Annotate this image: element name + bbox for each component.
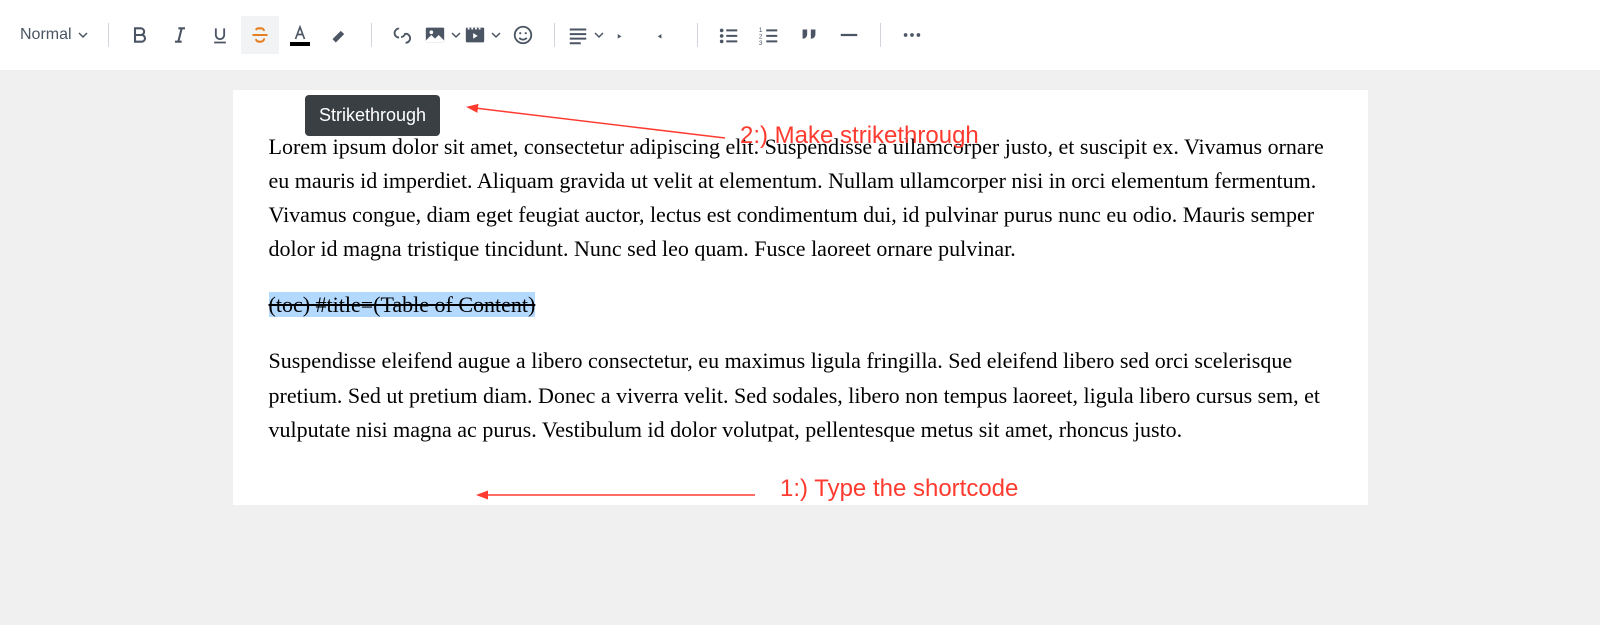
highlight-button[interactable] [321,16,359,54]
highlight-icon [330,25,350,45]
paragraph-2[interactable]: Suspendisse eleifend augue a libero cons… [269,344,1332,446]
document-page[interactable]: Lorem ipsum dolor sit amet, consectetur … [233,90,1368,505]
toolbar-separator [554,23,555,47]
paragraph-1[interactable]: Lorem ipsum dolor sit amet, consectetur … [269,130,1332,266]
video-button[interactable] [464,16,502,54]
chevron-down-icon [451,30,461,40]
svg-text:3: 3 [758,40,762,45]
annotation-arrow-2 [465,100,735,145]
horizontal-rule-button[interactable] [830,16,868,54]
shortcode-text[interactable]: (toc) #title=(Table of Content) [269,292,536,317]
outdent-icon [655,25,677,45]
underline-button[interactable] [201,16,239,54]
chevron-down-icon [78,30,88,40]
paragraph-style-label: Normal [20,26,72,44]
number-list-icon: 123 [758,25,780,45]
number-list-button[interactable]: 123 [750,16,788,54]
quote-button[interactable] [790,16,828,54]
emoji-icon [512,24,534,46]
italic-button[interactable] [161,16,199,54]
chevron-down-icon [594,30,604,40]
bullet-list-button[interactable] [710,16,748,54]
toolbar-separator [371,23,372,47]
tooltip: Strikethrough [305,95,440,136]
link-icon [392,24,414,46]
annotation-arrow-1 [475,485,765,505]
bold-icon [130,25,150,45]
annotation-step-2: 2:) Make strikethrough [740,122,979,150]
video-icon [464,25,486,45]
toolbar-separator [880,23,881,47]
text-color-bar [290,42,310,46]
more-icon [901,25,923,45]
align-button[interactable] [567,16,605,54]
strikethrough-button[interactable] [241,16,279,54]
indent-button[interactable] [607,16,645,54]
editor-toolbar: Normal [0,0,1600,70]
toolbar-separator [697,23,698,47]
bullet-list-icon [718,25,740,45]
editor-canvas: Lorem ipsum dolor sit amet, consectetur … [0,70,1600,625]
strikethrough-icon [250,25,270,45]
text-color-button[interactable] [281,16,319,54]
emoji-button[interactable] [504,16,542,54]
more-button[interactable] [893,16,931,54]
toolbar-separator [108,23,109,47]
bold-button[interactable] [121,16,159,54]
outdent-button[interactable] [647,16,685,54]
image-icon [424,25,446,45]
chevron-down-icon [491,30,501,40]
horizontal-rule-icon [838,25,860,45]
link-button[interactable] [384,16,422,54]
italic-icon [170,25,190,45]
quote-icon [798,25,820,45]
annotation-step-1: 1:) Type the shortcode [780,475,1018,503]
align-icon [567,25,589,45]
shortcode-line[interactable]: (toc) #title=(Table of Content) [269,288,1332,322]
image-button[interactable] [424,16,462,54]
indent-icon [615,25,637,45]
paragraph-style-dropdown[interactable]: Normal [12,16,96,54]
underline-icon [210,25,230,45]
text-color-icon [291,25,309,41]
